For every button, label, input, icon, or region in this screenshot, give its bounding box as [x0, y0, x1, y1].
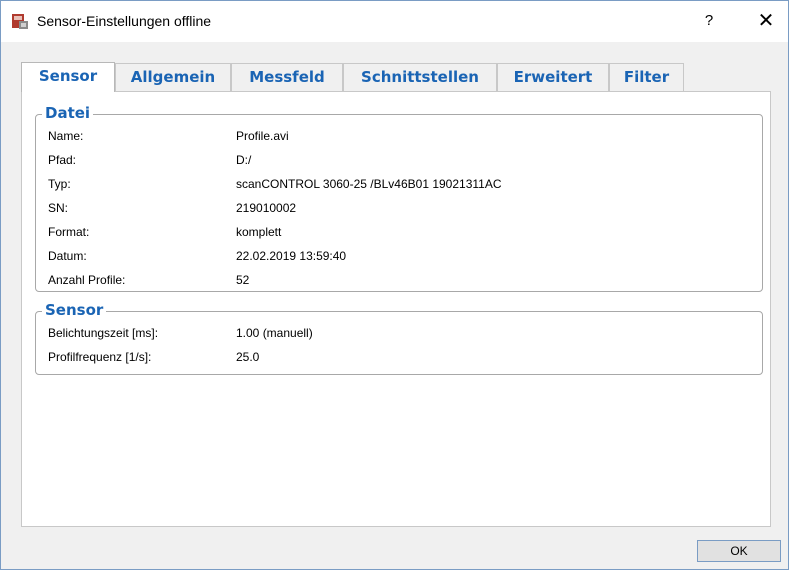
datei-groupbox: Datei Name: Profile.avi Pfad: D:/ Typ: scan…	[35, 104, 763, 292]
row-label: Pfad:	[48, 153, 77, 167]
row-label: Anzahl Profile:	[48, 273, 126, 287]
tab-panel: Datei Name: Profile.avi Pfad: D:/ Typ: scan…	[21, 91, 771, 527]
sensor-groupbox: Sensor Belichtungszeit [ms]: 1.00 (manuel…	[35, 301, 763, 375]
row-value: 25.0	[236, 350, 260, 364]
row-label: Name:	[48, 129, 84, 143]
row-value: Profile.avi	[236, 129, 289, 143]
row-label: SN:	[48, 201, 69, 215]
row-value: 1.00 (manuell)	[236, 326, 313, 340]
row-value: komplett	[236, 225, 282, 239]
title-bar: Sensor-Einstellungen offline ? ✕	[1, 1, 788, 42]
row-label: Format:	[48, 225, 90, 239]
row-value: 52	[236, 273, 250, 287]
close-button[interactable]: ✕	[743, 7, 789, 35]
row-value: scanCONTROL 3060-25 /BLv46B01 19021311AC	[236, 177, 502, 191]
row-label: Datum:	[48, 249, 87, 263]
tab-sensor[interactable]: Sensor	[21, 62, 115, 92]
row-label: Profilfrequenz [1/s]:	[48, 350, 152, 364]
sensor-app-icon	[11, 12, 29, 30]
dialog-window: Sensor-Einstellungen offline ? ✕ Sensor …	[0, 0, 789, 570]
row-value: D:/	[236, 153, 252, 167]
help-button[interactable]: ?	[691, 7, 727, 35]
sensor-group-title: Sensor	[42, 301, 107, 319]
window-title: Sensor-Einstellungen offline	[37, 13, 212, 29]
tab-messfeld[interactable]: Messfeld	[231, 63, 343, 91]
row-value: 219010002	[236, 201, 297, 215]
datei-group-title: Datei	[42, 104, 94, 122]
tab-schnittstellen[interactable]: Schnittstellen	[343, 63, 497, 91]
ok-button[interactable]: OK	[697, 540, 781, 562]
row-label: Belichtungszeit [ms]:	[48, 326, 159, 340]
tab-erweitert[interactable]: Erweitert	[497, 63, 609, 91]
row-value: 22.02.2019 13:59:40	[236, 249, 347, 263]
tab-allgemein[interactable]: Allgemein	[115, 63, 231, 91]
row-label: Typ:	[48, 177, 71, 191]
tab-filter[interactable]: Filter	[609, 63, 684, 91]
